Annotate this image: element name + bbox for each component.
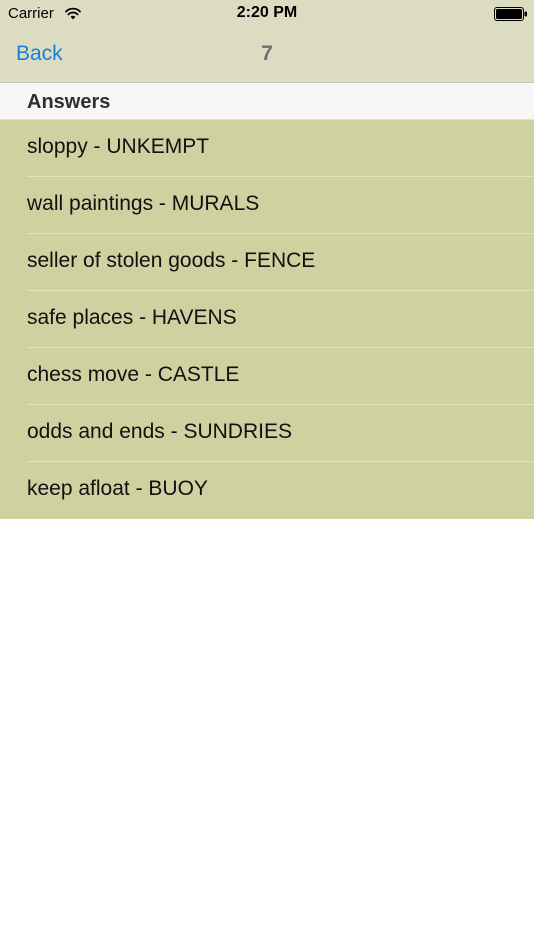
answer-row[interactable]: wall paintings - MURALS bbox=[0, 177, 534, 234]
navigation-bar: Back 7 bbox=[0, 28, 534, 82]
answer-text: sloppy - UNKEMPT bbox=[27, 135, 210, 158]
section-header-label: Answers bbox=[27, 91, 111, 113]
answer-text: keep afloat - BUOY bbox=[27, 477, 208, 500]
answers-list: sloppy - UNKEMPT wall paintings - MURALS… bbox=[0, 120, 534, 519]
answer-text: odds and ends - SUNDRIES bbox=[27, 420, 292, 443]
answer-text: seller of stolen goods - FENCE bbox=[27, 249, 316, 272]
page-title: 7 bbox=[261, 42, 273, 65]
answer-row[interactable]: odds and ends - SUNDRIES bbox=[0, 405, 534, 462]
answer-text: wall paintings - MURALS bbox=[27, 192, 260, 215]
answer-text: safe places - HAVENS bbox=[27, 306, 237, 329]
answer-row[interactable]: chess move - CASTLE bbox=[0, 348, 534, 405]
top-bar: Carrier 2:20 PM Back 7 bbox=[0, 0, 534, 83]
status-bar: Carrier 2:20 PM bbox=[0, 0, 534, 28]
section-header: Answers bbox=[0, 84, 534, 120]
battery-icon bbox=[494, 7, 527, 21]
status-time: 2:20 PM bbox=[236, 4, 298, 21]
answer-row[interactable]: sloppy - UNKEMPT bbox=[0, 120, 534, 177]
answer-text: chess move - CASTLE bbox=[27, 363, 240, 386]
answer-row[interactable]: keep afloat - BUOY bbox=[0, 462, 534, 519]
answer-row[interactable]: safe places - HAVENS bbox=[0, 291, 534, 348]
answer-row[interactable]: seller of stolen goods - FENCE bbox=[0, 234, 534, 291]
